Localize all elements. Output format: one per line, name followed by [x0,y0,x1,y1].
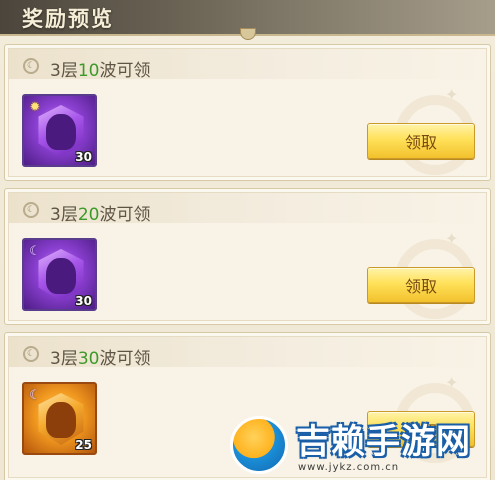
panel-title: 奖励预览 [22,6,114,31]
reward-condition-label: 3层20波可领 [50,205,151,225]
reward-item[interactable]: ☾ 25 [22,382,97,455]
crescent-icon: ☾ [23,58,39,74]
title-ornament-icon [240,28,256,40]
reward-card: ☾ 3层20波可领 ✦ ☾ 30 领取 [4,188,491,325]
reward-card-header: ☾ 3层30波可领 [9,337,486,369]
sun-moon-icon: ☾ [29,387,41,403]
hero-silhouette-icon [46,402,76,438]
item-quantity: 30 [75,294,92,308]
star-decoration-icon: ✦ [445,229,459,248]
reward-preview-panel: 奖励预览 ☾ 3层10波可领 ✦ ✹ 30 领取 ☾ 3层20波可领 ✦ ☾ 3… [0,0,495,480]
reward-card-header: ☾ 3层10波可领 [9,49,486,81]
wave-count: 30 [77,349,100,369]
reward-card: ☾ 3层10波可领 ✦ ✹ 30 领取 [4,44,491,181]
watermark-text: 吉赖手游网 [296,422,471,462]
wave-count: 10 [77,61,100,81]
reward-condition-label: 3层10波可领 [50,61,151,81]
star-decoration-icon: ✦ [445,373,459,392]
title-bar: 奖励预览 [0,0,495,40]
site-watermark: 吉赖手游网 www.jykz.com.cn [226,410,491,478]
item-quantity: 30 [75,150,92,164]
claim-button[interactable]: 领取 [367,123,475,159]
sun-icon: ✹ [29,99,41,115]
reward-item[interactable]: ☾ 30 [22,238,97,311]
wave-count: 20 [77,205,100,225]
item-quantity: 25 [75,438,92,452]
claim-button[interactable]: 领取 [367,267,475,303]
reward-card-header: ☾ 3层20波可领 [9,193,486,225]
star-decoration-icon: ✦ [445,85,459,104]
moon-icon: ☾ [29,243,41,259]
reward-item[interactable]: ✹ 30 [22,94,97,167]
watermark-logo-icon [230,416,288,474]
crescent-icon: ☾ [23,346,39,362]
watermark-url: www.jykz.com.cn [298,462,400,473]
crescent-icon: ☾ [23,202,39,218]
hero-silhouette-icon [46,258,76,294]
hero-silhouette-icon [46,114,76,150]
reward-condition-label: 3层30波可领 [50,349,151,369]
